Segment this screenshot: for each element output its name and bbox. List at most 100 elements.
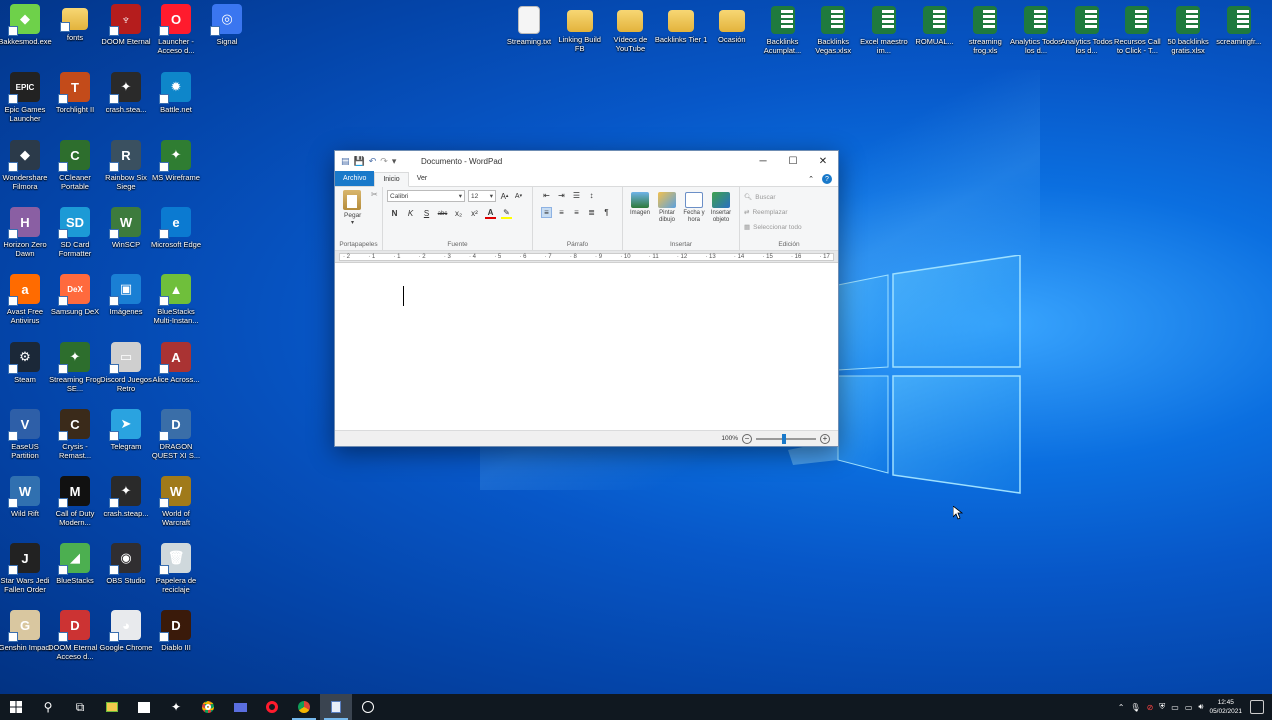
desktop-icon[interactable]: ◎ Signal xyxy=(202,4,252,70)
title-bar[interactable]: ▤ 💾 ↶ ↷ ▾ Documento - WordPad ─ ☐ ✕ xyxy=(335,151,838,172)
desktop-icon[interactable]: ✦ Streaming Frog SE... xyxy=(49,342,101,408)
desktop-icon[interactable]: O Launcher - Acceso d... xyxy=(151,4,201,70)
desktop-file-icon[interactable]: Linking Build FB xyxy=(555,6,605,72)
microphone-icon[interactable]: 🎙︎ xyxy=(1130,703,1140,712)
desktop-icon[interactable]: W Wild Rift xyxy=(0,476,50,542)
bullets-icon[interactable]: ☰ xyxy=(571,190,582,201)
zoom-out-button[interactable]: − xyxy=(742,433,752,444)
desktop-file-icon[interactable]: Ocasión xyxy=(707,6,757,72)
desktop-icon[interactable]: C CCleaner Portable xyxy=(50,140,100,206)
desktop-icon[interactable]: W World of Warcraft xyxy=(151,476,201,542)
minimize-button[interactable]: ─ xyxy=(748,151,778,172)
desktop-icon[interactable]: D DOOM Eternal - Acceso d... xyxy=(48,610,102,676)
redo-icon[interactable]: ↷ xyxy=(380,156,388,167)
desktop-file-icon[interactable]: ROMUAL... xyxy=(910,6,960,72)
close-button[interactable]: ✕ xyxy=(808,151,838,172)
desktop-icon[interactable]: ✦ crash.stea... xyxy=(101,72,151,138)
shield-icon[interactable]: ⛨ xyxy=(1159,702,1165,712)
desktop-file-icon[interactable]: Analytics Todos los d... xyxy=(1010,6,1062,72)
highlight-icon[interactable]: ✎ xyxy=(501,208,512,219)
desktop-icon[interactable]: T Torchlight II xyxy=(50,72,100,138)
subscript-button[interactable]: x₂ xyxy=(453,208,464,219)
superscript-button[interactable]: x² xyxy=(469,208,480,219)
desktop-icon[interactable]: G Genshin Impact xyxy=(0,610,51,676)
desktop-icon[interactable]: V EaseUS Partition xyxy=(0,409,50,475)
desktop-file-icon[interactable]: screamingfr... xyxy=(1214,6,1264,72)
increase-indent-icon[interactable]: ⇥ xyxy=(556,190,567,201)
cut-icon[interactable]: ✂ xyxy=(371,190,378,199)
desktop-file-icon[interactable]: 50 backlinks gratis.xlsx xyxy=(1163,6,1213,72)
desktop-icon[interactable]: SD SD Card Formatter xyxy=(50,207,100,273)
desktop-icon[interactable]: ◕ Google Chrome xyxy=(100,610,152,676)
desktop-icon[interactable]: fonts xyxy=(50,4,100,70)
document-area[interactable] xyxy=(335,277,838,430)
bold-button[interactable]: N xyxy=(389,208,400,219)
italic-button[interactable]: K xyxy=(405,208,416,219)
zoom-slider[interactable] xyxy=(756,433,816,444)
desktop-icon[interactable]: DeX Samsung DeX xyxy=(50,274,100,340)
font-size-select[interactable]: 12 ▾ xyxy=(468,190,496,202)
desktop-icon[interactable]: R Rainbow Six Siege xyxy=(101,140,151,206)
desktop-file-icon[interactable]: Recursos Call to Click - T... xyxy=(1112,6,1162,72)
paste-dropdown-icon[interactable]: ▾ xyxy=(339,219,378,226)
desktop-icon[interactable]: ➤ Telegram xyxy=(101,409,151,475)
tab-file[interactable]: Archivo xyxy=(335,171,375,186)
desktop-icon[interactable]: M Call of Duty Modern... xyxy=(50,476,100,542)
undo-icon[interactable]: ↶ xyxy=(369,156,377,167)
maximize-button[interactable]: ☐ xyxy=(778,151,808,172)
desktop-file-icon[interactable]: Streaming.txt xyxy=(504,6,554,72)
opera-icon[interactable] xyxy=(256,694,288,720)
desktop-icon[interactable]: ◆ Bakkesmod.exe xyxy=(0,4,52,70)
obs-taskbar-icon[interactable] xyxy=(352,694,384,720)
desktop-icon[interactable]: ✦ MS Wireframe xyxy=(151,140,201,206)
desktop-icon[interactable]: EPIC Epic Games Launcher xyxy=(0,72,50,138)
insert-object-button[interactable]: Insertar objeto xyxy=(708,192,734,224)
network-blocked-icon[interactable]: ⊘ xyxy=(1147,703,1154,712)
align-left-icon[interactable]: ≡ xyxy=(541,207,552,218)
clock[interactable]: 12:45 05/02/2021 xyxy=(1209,698,1242,716)
customize-qa-icon[interactable]: ▾ xyxy=(392,156,397,167)
task-view-icon[interactable]: ⧉ xyxy=(64,694,96,720)
desktop-icon[interactable]: ✹ Battle.net xyxy=(151,72,201,138)
desktop-file-icon[interactable]: Backlinks Tier 1 xyxy=(655,6,707,72)
line-spacing-icon[interactable]: ↕ xyxy=(586,190,597,201)
replace-button[interactable]: ⇄ Reemplazar xyxy=(744,205,834,220)
wordpad-window[interactable]: ▤ 💾 ↶ ↷ ▾ Documento - WordPad ─ ☐ ✕ Arch… xyxy=(334,150,839,447)
desktop-icon[interactable]: ♆ DOOM Eternal xyxy=(101,4,151,70)
insert-image-button[interactable]: Imagen xyxy=(627,192,653,224)
store-icon[interactable] xyxy=(128,694,160,720)
notification-icon[interactable] xyxy=(1250,700,1264,714)
underline-button[interactable]: S xyxy=(421,208,432,219)
desktop-icon[interactable]: ◢ BlueStacks xyxy=(50,543,100,609)
desktop-icon[interactable]: ✦ crash.steap... xyxy=(101,476,151,542)
align-right-icon[interactable]: ≡ xyxy=(571,207,582,218)
display-icon[interactable]: ▭ xyxy=(1185,703,1193,712)
desktop-icon[interactable]: W WinSCP xyxy=(101,207,151,273)
decrease-indent-icon[interactable]: ⇤ xyxy=(541,190,552,201)
text-color-button[interactable]: A xyxy=(485,208,496,219)
font-family-select[interactable]: Calibri ▾ xyxy=(387,190,465,202)
chrome-profile-icon[interactable] xyxy=(288,694,320,720)
desktop-icon[interactable]: ▲ BlueStacks Multi-Instan... xyxy=(151,274,201,340)
desktop-file-icon[interactable]: Backlinks Vegas.xlsx xyxy=(808,6,858,72)
grow-font-icon[interactable]: A ▴ xyxy=(499,191,510,202)
desktop-file-icon[interactable]: Analytics Todos los d... xyxy=(1061,6,1113,72)
zoom-slider-thumb[interactable] xyxy=(782,433,786,444)
desktop-file-icon[interactable]: Excel maestro im... xyxy=(859,6,909,72)
desktop-icon[interactable]: ▭ Discord Juegos Retro xyxy=(100,342,152,408)
justify-icon[interactable]: ≣ xyxy=(586,207,597,218)
align-center-icon[interactable]: ≡ xyxy=(556,207,567,218)
search-icon[interactable]: ⚲ xyxy=(32,694,64,720)
paint-drawing-button[interactable]: Pintar dibujo xyxy=(654,192,680,224)
network-icon[interactable]: ▭ xyxy=(1171,703,1179,712)
date-time-button[interactable]: Fecha y hora xyxy=(681,192,707,224)
find-button[interactable]: 🔍︎ Buscar xyxy=(744,190,834,205)
strikethrough-button[interactable]: abc xyxy=(437,208,448,219)
file-explorer-icon[interactable] xyxy=(96,694,128,720)
paragraph-settings-icon[interactable]: ¶ xyxy=(601,207,612,218)
save-icon[interactable]: 💾 xyxy=(354,156,365,167)
xbox-icon[interactable]: ✦ xyxy=(160,694,192,720)
zoom-in-button[interactable]: + xyxy=(820,433,830,444)
ruler[interactable]: · 2 · 1 · 1 · 2 · 3 · 4 · 5 · 6 · 7 · 8 · 9 · 10 · 1… xyxy=(335,251,838,263)
collapse-ribbon-icon[interactable]: ⌃ xyxy=(808,175,814,183)
